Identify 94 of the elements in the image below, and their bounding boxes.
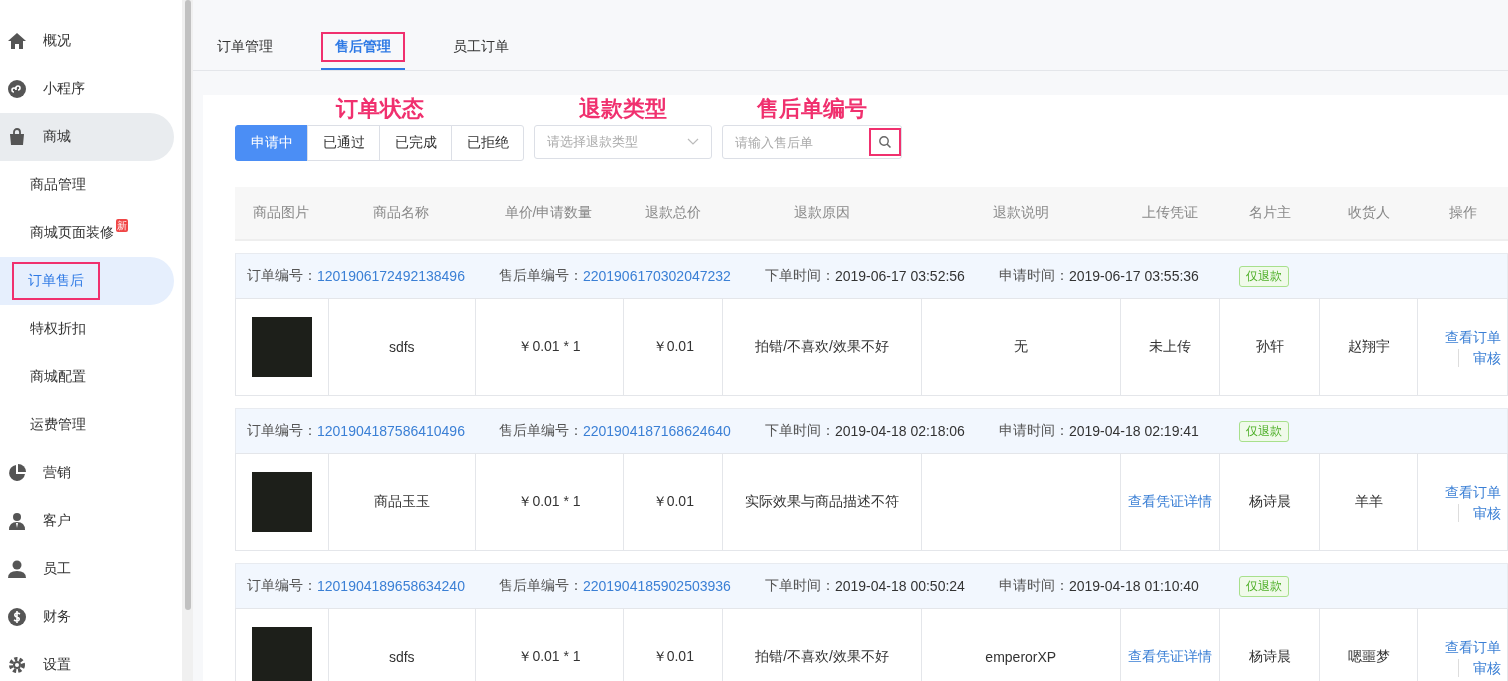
apply-time: 2019-04-18 01:10:40: [1068, 578, 1199, 594]
order-time: 2019-06-17 03:52:56: [834, 268, 965, 284]
refund-tag: 仅退款: [1238, 420, 1289, 442]
column-header: 名片主: [1248, 204, 1292, 222]
sidebar-item[interactable]: 小程序: [0, 65, 174, 113]
table-cell: ￥0.01 * 1: [518, 493, 581, 511]
table-cell: 无: [1013, 338, 1028, 356]
status-filter-button[interactable]: 已完成: [379, 125, 452, 161]
column-header: 收货人: [1347, 204, 1391, 222]
table-cell: 嗯噩梦: [1347, 648, 1390, 666]
search-field[interactable]: 请输入售后单: [722, 125, 902, 159]
table-cell: ￥0.01 * 1: [518, 648, 581, 666]
after-sale-number-link[interactable]: 2201904187168624640: [582, 423, 731, 439]
action-link[interactable]: 审核: [1458, 348, 1501, 367]
apply-time: 2019-06-17 03:55:36: [1068, 268, 1199, 284]
tab-label: 售后管理: [321, 32, 405, 62]
order-time-label: 下单时间：: [764, 422, 835, 440]
action-link[interactable]: 查看订单: [1445, 637, 1501, 656]
tab[interactable]: 员工订单: [451, 26, 511, 70]
action-link[interactable]: 审核: [1458, 658, 1501, 677]
table-cell: emperorXP: [985, 649, 1057, 665]
column-header: 单价/申请数量: [503, 204, 594, 222]
apply-time-label: 申请时间：: [998, 577, 1069, 595]
tab[interactable]: 订单管理: [215, 26, 275, 70]
action-link[interactable]: 审核: [1458, 503, 1501, 522]
sidebar-item[interactable]: 概况: [0, 17, 174, 65]
order-number-label: 订单编号：: [247, 422, 317, 440]
table-cell: sdfs: [388, 649, 415, 665]
apply-time-label: 申请时间：: [998, 422, 1069, 440]
tab[interactable]: 售后管理: [321, 26, 405, 70]
sidebar-item[interactable]: 商城: [0, 113, 174, 161]
table-cell: 拍错/不喜欢/效果不好: [755, 648, 889, 666]
table-cell: 实际效果与商品描述不符: [745, 493, 900, 511]
sidebar-item[interactable]: 客户: [0, 497, 174, 545]
order-time: 2019-04-18 00:50:24: [834, 578, 965, 594]
table-cell: 拍错/不喜欢/效果不好: [755, 338, 889, 356]
table-cell: 杨诗晨: [1248, 648, 1291, 666]
order-number-link[interactable]: 1201906172492138496: [317, 268, 465, 284]
column-header: 操作: [1448, 204, 1478, 222]
table-cell: 羊羊: [1354, 493, 1383, 511]
after-sale-number-label: 售后单编号：: [498, 422, 583, 440]
column-header: 退款原因: [792, 204, 851, 222]
column-header: 上传凭证: [1141, 204, 1199, 222]
column-header: 退款说明: [991, 204, 1050, 222]
order-time: 2019-04-18 02:18:06: [834, 423, 965, 439]
apply-time-label: 申请时间：: [998, 267, 1069, 285]
annotation-label: 订单状态: [335, 97, 424, 121]
order-number-link[interactable]: 1201904189658634240: [317, 578, 465, 594]
table-cell: ￥0.01: [652, 338, 694, 356]
sidebar-item[interactable]: 员工: [0, 545, 174, 593]
status-filter-button[interactable]: 已拒绝: [451, 125, 524, 161]
sidebar-item[interactable]: 设置: [0, 641, 174, 681]
sidebar-item[interactable]: 营销: [0, 449, 174, 497]
table-cell: 孙轩: [1255, 338, 1284, 356]
order-number-label: 订单编号：: [247, 267, 317, 285]
refund-tag: 仅退款: [1238, 265, 1289, 287]
table-cell: 杨诗晨: [1248, 493, 1291, 511]
sidebar-item[interactable]: 订单售后: [12, 262, 100, 300]
annotation-label: 退款类型: [579, 97, 667, 121]
voucher-link[interactable]: 查看凭证详情: [1128, 648, 1213, 666]
table-cell: ￥0.01: [652, 493, 694, 511]
sidebar-item[interactable]: 特权折扣: [28, 313, 88, 345]
new-badge: 新: [116, 219, 128, 232]
order-time-label: 下单时间：: [764, 577, 835, 595]
sidebar-item[interactable]: 商城页面装修: [28, 217, 116, 249]
sidebar-item[interactable]: 商城配置: [28, 361, 88, 393]
apply-time: 2019-04-18 02:19:41: [1068, 423, 1199, 439]
annotation-label: 售后单编号: [757, 97, 867, 121]
table-cell: ￥0.01 * 1: [518, 338, 581, 356]
order-number-link[interactable]: 1201904187586410496: [317, 423, 465, 439]
after-sale-number-link[interactable]: 2201906170302047232: [582, 268, 731, 284]
table-cell: ￥0.01: [652, 648, 694, 666]
table-cell: sdfs: [388, 339, 415, 355]
order-time-label: 下单时间：: [764, 267, 835, 285]
refund-tag: 仅退款: [1238, 575, 1289, 597]
column-header: 商品图片: [252, 204, 310, 222]
column-header: 商品名称: [371, 204, 430, 222]
sidebar-item[interactable]: 财务: [0, 593, 174, 641]
action-link[interactable]: 查看订单: [1445, 482, 1501, 501]
after-sale-number-link[interactable]: 2201904185902503936: [582, 578, 731, 594]
status-filter-button[interactable]: 已通过: [307, 125, 380, 161]
action-link[interactable]: 查看订单: [1445, 327, 1501, 346]
after-sale-number-label: 售后单编号：: [498, 267, 583, 285]
column-header: 退款总价: [643, 204, 702, 222]
table-cell: 赵翔宇: [1347, 338, 1390, 356]
tab-label: 员工订单: [452, 37, 510, 56]
order-number-label: 订单编号：: [247, 577, 317, 595]
after-sale-number-label: 售后单编号：: [498, 577, 583, 595]
voucher-link[interactable]: 查看凭证详情: [1128, 493, 1213, 511]
tab-label: 订单管理: [216, 37, 274, 56]
table-cell: 未上传: [1149, 338, 1192, 356]
sidebar-item[interactable]: 商品管理: [28, 169, 88, 201]
sidebar-item[interactable]: 运费管理: [28, 409, 88, 441]
table-cell: 商品玉玉: [373, 493, 430, 511]
